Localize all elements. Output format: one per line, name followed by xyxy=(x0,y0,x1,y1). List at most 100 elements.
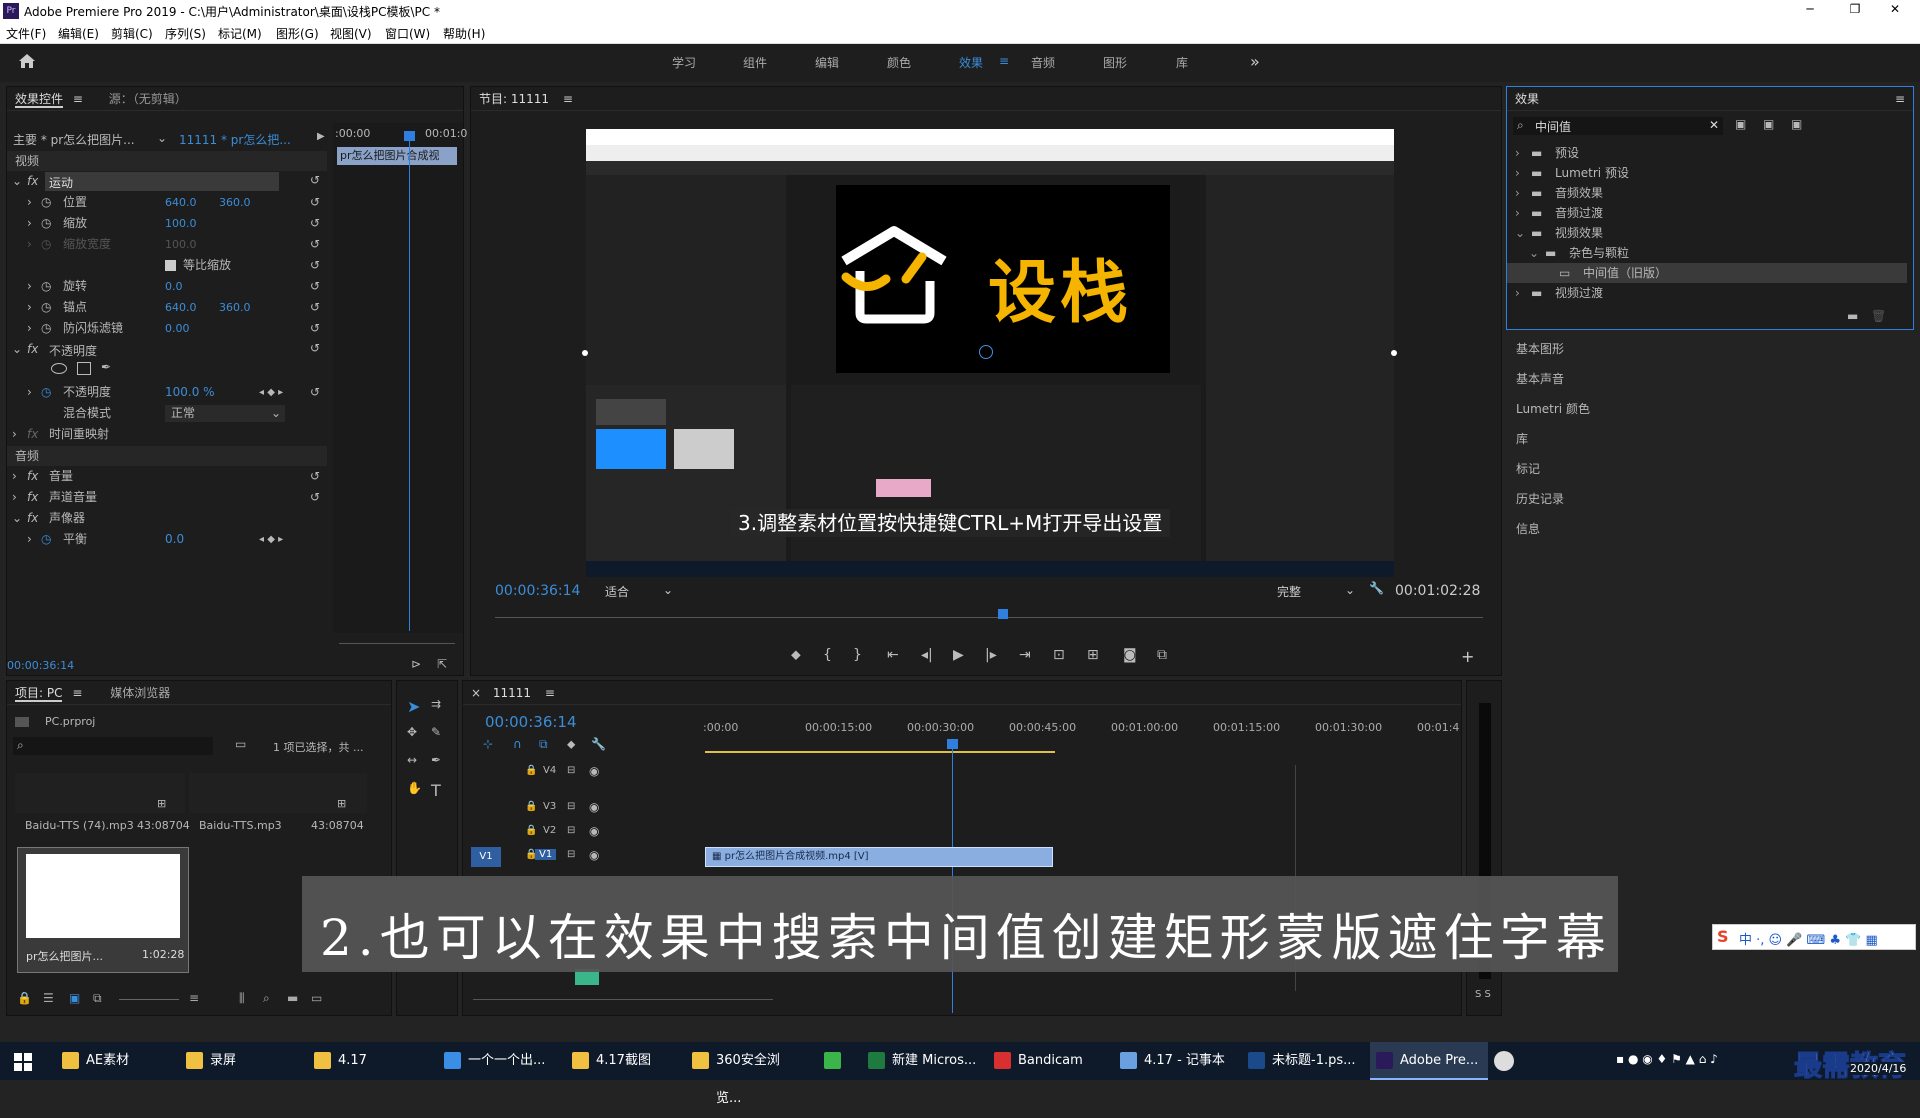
hamburger-icon[interactable]: ≡ xyxy=(999,54,1009,68)
compare-icon[interactable]: ⧉ xyxy=(1157,647,1167,663)
project-search[interactable]: ⌕ xyxy=(13,737,213,755)
stopwatch-icon[interactable]: ◷ xyxy=(41,382,51,403)
effect-controls-timecode[interactable]: 00:00:36:14 xyxy=(7,659,74,672)
param-row[interactable]: › ◷ 缩放 100.0 ↺ xyxy=(7,213,327,234)
lock-icon[interactable]: 🔒 xyxy=(525,765,537,776)
stopwatch-icon[interactable]: ◷ xyxy=(41,276,51,297)
tab-assembly[interactable]: 组件 xyxy=(743,54,767,71)
taskbar-item[interactable]: 4.17 xyxy=(308,1042,426,1080)
lock-icon[interactable]: 🔒 xyxy=(17,991,32,1005)
effects-tree-item[interactable]: › ▬ 音频过渡 xyxy=(1507,203,1907,223)
tab-libraries[interactable]: 库 xyxy=(1176,54,1188,71)
automate-icon[interactable]: ⫼ xyxy=(239,991,245,1006)
reset-icon[interactable]: ↺ xyxy=(310,466,320,487)
expand-icon[interactable]: › xyxy=(27,297,32,318)
razor-icon[interactable]: ✎ xyxy=(431,725,441,739)
step-back-icon[interactable]: ◂| xyxy=(921,647,933,663)
new-bin-icon[interactable]: ▭ xyxy=(235,737,246,751)
meter-solo-label[interactable]: S S xyxy=(1475,989,1491,1000)
collapsed-panel[interactable]: 基本图形 xyxy=(1516,334,1906,364)
menu-clip[interactable]: 剪辑(C) xyxy=(111,25,153,42)
expand-icon[interactable]: › xyxy=(27,213,32,234)
sort-icon[interactable]: ≡ xyxy=(189,991,199,1005)
ripple-edit-icon[interactable]: ✥ xyxy=(407,725,417,739)
menu-graphics[interactable]: 图形(G) xyxy=(276,25,319,42)
delete-icon[interactable]: 🗑 xyxy=(1871,309,1886,323)
zoom-scrollbar[interactable] xyxy=(339,643,455,651)
zoom-slider[interactable] xyxy=(119,999,179,1000)
keyframe-nav-icon[interactable]: ◂ ◆ ▸ xyxy=(259,382,283,403)
lock-icon[interactable]: 🔒 xyxy=(525,825,537,836)
avatar[interactable] xyxy=(1494,1051,1514,1071)
param-value-2[interactable]: 360.0 xyxy=(219,192,251,213)
panner-row[interactable]: ⌄ fx 声像器 xyxy=(7,508,327,529)
yuv-effects-icon[interactable]: ▣ xyxy=(1791,117,1802,131)
maximize-button[interactable]: ❐ xyxy=(1840,2,1870,16)
fit-select[interactable]: 适合 ⌄ xyxy=(605,583,677,601)
opacity-value-row[interactable]: › ◷ 不透明度 100.0 % ◂ ◆ ▸ ↺ xyxy=(7,382,327,403)
stopwatch-icon[interactable]: ◷ xyxy=(41,529,51,550)
minimize-button[interactable]: ─ xyxy=(1795,2,1825,16)
reset-icon[interactable]: ↺ xyxy=(310,255,320,276)
motion-row[interactable]: ⌄ fx 运动 ↺ xyxy=(7,171,327,192)
playhead[interactable] xyxy=(409,135,410,631)
go-to-in-icon[interactable]: ⇤ xyxy=(887,647,899,663)
stopwatch-icon[interactable]: ◷ xyxy=(41,192,51,213)
param-value-1[interactable]: 100.0 xyxy=(165,213,197,234)
checkbox-icon[interactable] xyxy=(165,260,176,271)
timeline-scrollbar[interactable] xyxy=(473,999,773,1005)
menu-sequence[interactable]: 序列(S) xyxy=(165,25,206,42)
effects-tree-item[interactable]: › ▬ 预设 xyxy=(1507,143,1907,163)
param-value-1[interactable]: 640.0 xyxy=(165,192,197,213)
effects-search[interactable]: ⌕ 中间值 ✕ xyxy=(1513,117,1723,135)
collapsed-panel[interactable]: 信息 xyxy=(1516,514,1906,544)
reset-icon[interactable]: ↺ xyxy=(310,297,320,318)
tab-media-browser[interactable]: 媒体浏览器 xyxy=(110,686,170,700)
menu-edit[interactable]: 编辑(E) xyxy=(58,25,99,42)
eye-icon[interactable]: ◉ xyxy=(589,764,599,778)
reset-icon[interactable]: ↺ xyxy=(310,487,320,508)
playhead-handle-icon[interactable] xyxy=(404,131,415,141)
collapsed-panel[interactable]: Lumetri 颜色 xyxy=(1516,394,1906,424)
stopwatch-icon[interactable]: ◷ xyxy=(41,318,51,339)
blend-mode-select[interactable]: 正常 ⌄ xyxy=(165,405,285,422)
param-value-1[interactable]: 640.0 xyxy=(165,297,197,318)
taskbar-item[interactable]: 4.17截图 xyxy=(566,1042,684,1080)
reset-icon[interactable]: ↺ xyxy=(310,276,320,297)
menu-icon[interactable]: ≡ xyxy=(545,686,555,700)
32bit-effects-icon[interactable]: ▣ xyxy=(1763,117,1774,131)
expand-icon[interactable]: › xyxy=(27,192,32,213)
reset-icon[interactable]: ↺ xyxy=(310,382,320,403)
pen-mask-icon[interactable]: ✒ xyxy=(101,360,111,374)
tab-project[interactable]: 项目: PC xyxy=(15,686,63,702)
ime-mode-icon[interactable]: 中 ·, ☺ 🎤 ⌨ ♣ 👕 ▦ xyxy=(1739,929,1878,948)
media-item-selected[interactable]: pr怎么把图片... 1:02:28 xyxy=(17,847,189,973)
video-clip[interactable]: ▦ pr怎么把图片合成视频.mp4 [V] xyxy=(705,847,1053,867)
selection-tool-icon[interactable]: ➤ xyxy=(407,697,420,716)
hand-tool-icon[interactable]: ✋ xyxy=(407,781,422,795)
tab-color[interactable]: 颜色 xyxy=(887,54,911,71)
snap-icon[interactable]: ∩ xyxy=(513,737,522,751)
tray-icons[interactable]: ▪ ● ◉ ♦ ⚑ ▲ ⌂ ♪ xyxy=(1616,1052,1718,1066)
search-input[interactable]: 中间值 xyxy=(1535,118,1571,135)
collapsed-panel[interactable]: 历史记录 xyxy=(1516,484,1906,514)
balance-row[interactable]: › ◷ 平衡 0.0 ◂ ◆ ▸ xyxy=(7,529,327,550)
reset-icon[interactable]: ↺ xyxy=(310,173,320,187)
expand-icon[interactable]: ⌄ xyxy=(12,174,22,188)
eye-icon[interactable]: ◉ xyxy=(589,848,599,862)
transform-handle-left[interactable] xyxy=(582,350,588,356)
taskbar-item[interactable]: 一个一个出... xyxy=(438,1042,556,1080)
sync-lock-icon[interactable]: ⊟ xyxy=(567,849,575,860)
mark-in-icon[interactable]: { xyxy=(823,647,832,663)
channel-volume-row[interactable]: › fx 声道音量 ↺ xyxy=(7,487,327,508)
opacity-row[interactable]: ⌄ fx 不透明度 ↺ xyxy=(7,339,327,360)
taskbar-item[interactable]: Bandicam xyxy=(988,1042,1106,1080)
taskbar-item[interactable] xyxy=(818,1042,854,1080)
new-bin-icon[interactable]: ▬ xyxy=(287,991,298,1005)
param-row[interactable]: › ◷ 防闪烁滤镜 0.00 ↺ xyxy=(7,318,327,339)
param-value-1[interactable]: 0.00 xyxy=(165,318,190,339)
home-icon[interactable] xyxy=(17,52,37,70)
play-only-icon[interactable]: ▶ xyxy=(317,131,325,142)
close-button[interactable]: ✕ xyxy=(1880,2,1910,16)
chevron-down-icon[interactable]: ⌄ xyxy=(157,131,167,145)
